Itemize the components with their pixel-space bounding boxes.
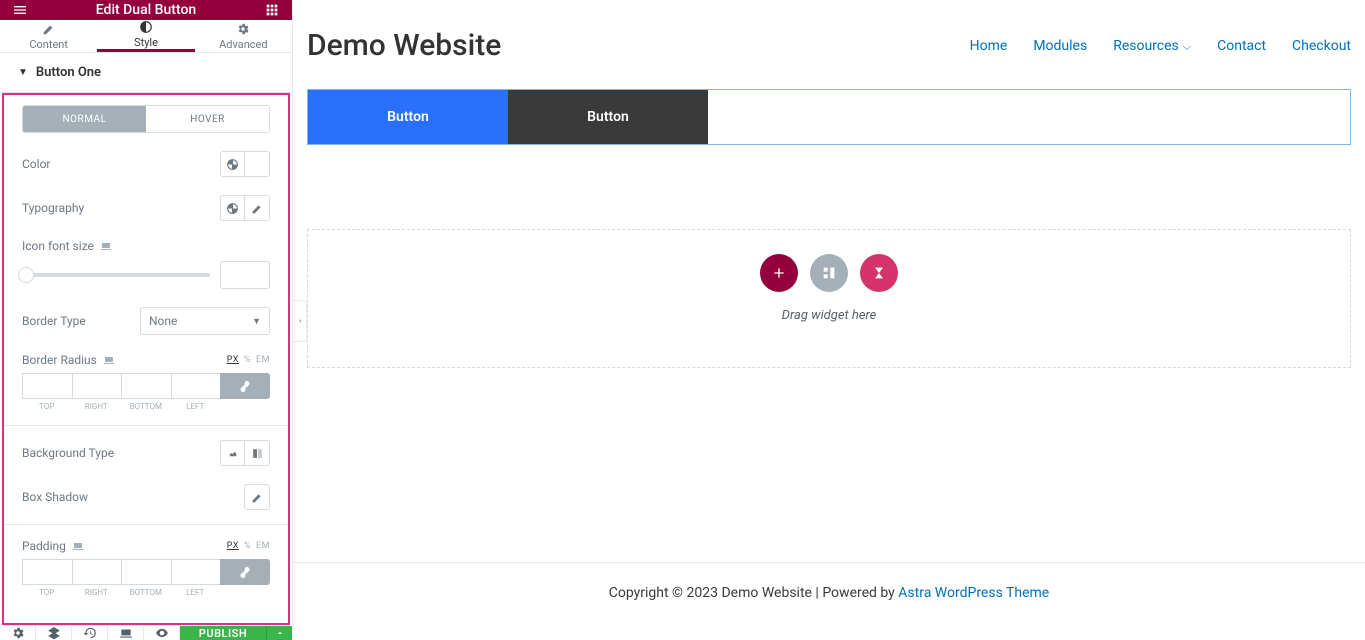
publish-button[interactable]: PUBLISH: [180, 626, 266, 640]
border-radius-top[interactable]: [22, 373, 72, 399]
panel-header: Edit Dual Button: [0, 0, 292, 20]
border-radius-left[interactable]: [171, 373, 221, 399]
padding-top[interactable]: [22, 559, 72, 585]
dual-button-one[interactable]: Button: [308, 90, 508, 144]
footer-theme-link[interactable]: Astra WordPress Theme: [898, 585, 1049, 601]
color-global-icon[interactable]: [221, 152, 245, 176]
drop-hint: Drag widget here: [782, 308, 877, 323]
typography-edit-icon[interactable]: [245, 196, 269, 220]
box-shadow-edit-icon[interactable]: [245, 485, 269, 509]
bg-classic-icon[interactable]: [221, 441, 245, 465]
padding-right[interactable]: [72, 559, 122, 585]
grid-icon[interactable]: [262, 0, 282, 20]
border-radius-bottom[interactable]: [121, 373, 171, 399]
segment-normal[interactable]: NORMAL: [23, 106, 146, 132]
site-footer: Copyright © 2023 Demo Website | Powered …: [293, 562, 1365, 623]
caret-down-icon: ▼: [18, 67, 28, 78]
padding-link-icon[interactable]: [220, 559, 270, 585]
template-library-icon[interactable]: [810, 254, 848, 292]
bg-gradient-icon[interactable]: [245, 441, 269, 465]
preview-icon[interactable]: [144, 626, 180, 640]
nav-home[interactable]: Home: [970, 38, 1008, 54]
publish-options-icon[interactable]: [266, 626, 292, 640]
navigator-icon[interactable]: [36, 626, 72, 640]
responsive-mode-icon[interactable]: [108, 626, 144, 640]
border-radius-inputs: [22, 373, 270, 399]
responsive-icon: [103, 354, 115, 366]
menu-icon[interactable]: [10, 0, 30, 20]
site-header: Demo Website Home Modules Resources Cont…: [307, 10, 1351, 89]
border-type-select[interactable]: None ▼: [140, 307, 270, 335]
ek-widgets-icon[interactable]: [860, 254, 898, 292]
color-label: Color: [22, 157, 50, 171]
nav-modules[interactable]: Modules: [1033, 38, 1087, 54]
nav-resources[interactable]: Resources: [1113, 38, 1191, 54]
add-section-icon[interactable]: [760, 254, 798, 292]
panel-title: Edit Dual Button: [30, 2, 262, 18]
nav-checkout[interactable]: Checkout: [1292, 38, 1351, 54]
padding-left[interactable]: [171, 559, 221, 585]
padding-units[interactable]: PX % EM: [227, 541, 270, 551]
tab-content[interactable]: Content: [0, 20, 97, 52]
padding-inputs: [22, 559, 270, 585]
empty-section[interactable]: Drag widget here: [307, 229, 1351, 368]
border-radius-units[interactable]: PX % EM: [227, 355, 270, 365]
padding-bottom[interactable]: [121, 559, 171, 585]
state-segment: NORMAL HOVER: [22, 105, 270, 133]
typography-label: Typography: [22, 201, 84, 215]
border-radius-label: Border Radius: [22, 353, 115, 367]
color-picker[interactable]: [245, 152, 269, 176]
preview-area: Demo Website Home Modules Resources Cont…: [293, 0, 1365, 623]
nav-contact[interactable]: Contact: [1217, 38, 1266, 54]
style-controls-highlight: NORMAL HOVER Color Typography Icon font …: [2, 93, 290, 625]
chevron-down-icon: ▼: [252, 316, 261, 327]
settings-icon[interactable]: [0, 626, 36, 640]
section-button-one[interactable]: ▼ Button One: [0, 53, 292, 93]
elementor-panel: Edit Dual Button Content Style Advanced …: [0, 0, 293, 623]
box-shadow-label: Box Shadow: [22, 490, 88, 504]
dual-button-widget[interactable]: Button Button: [307, 89, 1351, 145]
panel-tabs: Content Style Advanced: [0, 20, 292, 53]
background-type-label: Background Type: [22, 446, 114, 460]
typography-global-icon[interactable]: [221, 196, 245, 220]
segment-hover[interactable]: HOVER: [146, 106, 269, 132]
icon-font-size-label: Icon font size: [22, 239, 112, 253]
border-radius-link-icon[interactable]: [220, 373, 270, 399]
border-radius-right[interactable]: [72, 373, 122, 399]
primary-nav: Home Modules Resources Contact Checkout: [970, 38, 1351, 54]
border-type-label: Border Type: [22, 314, 86, 328]
icon-font-size-input[interactable]: [220, 261, 270, 289]
responsive-icon: [100, 240, 112, 252]
responsive-icon: [72, 540, 84, 552]
tab-advanced[interactable]: Advanced: [195, 20, 292, 52]
tab-style[interactable]: Style: [97, 20, 194, 52]
icon-font-size-slider[interactable]: [22, 273, 210, 277]
history-icon[interactable]: [72, 626, 108, 640]
site-title: Demo Website: [307, 28, 501, 63]
padding-label: Padding: [22, 539, 84, 553]
dual-button-two[interactable]: Button: [508, 90, 708, 144]
panel-footer: PUBLISH: [0, 625, 292, 640]
